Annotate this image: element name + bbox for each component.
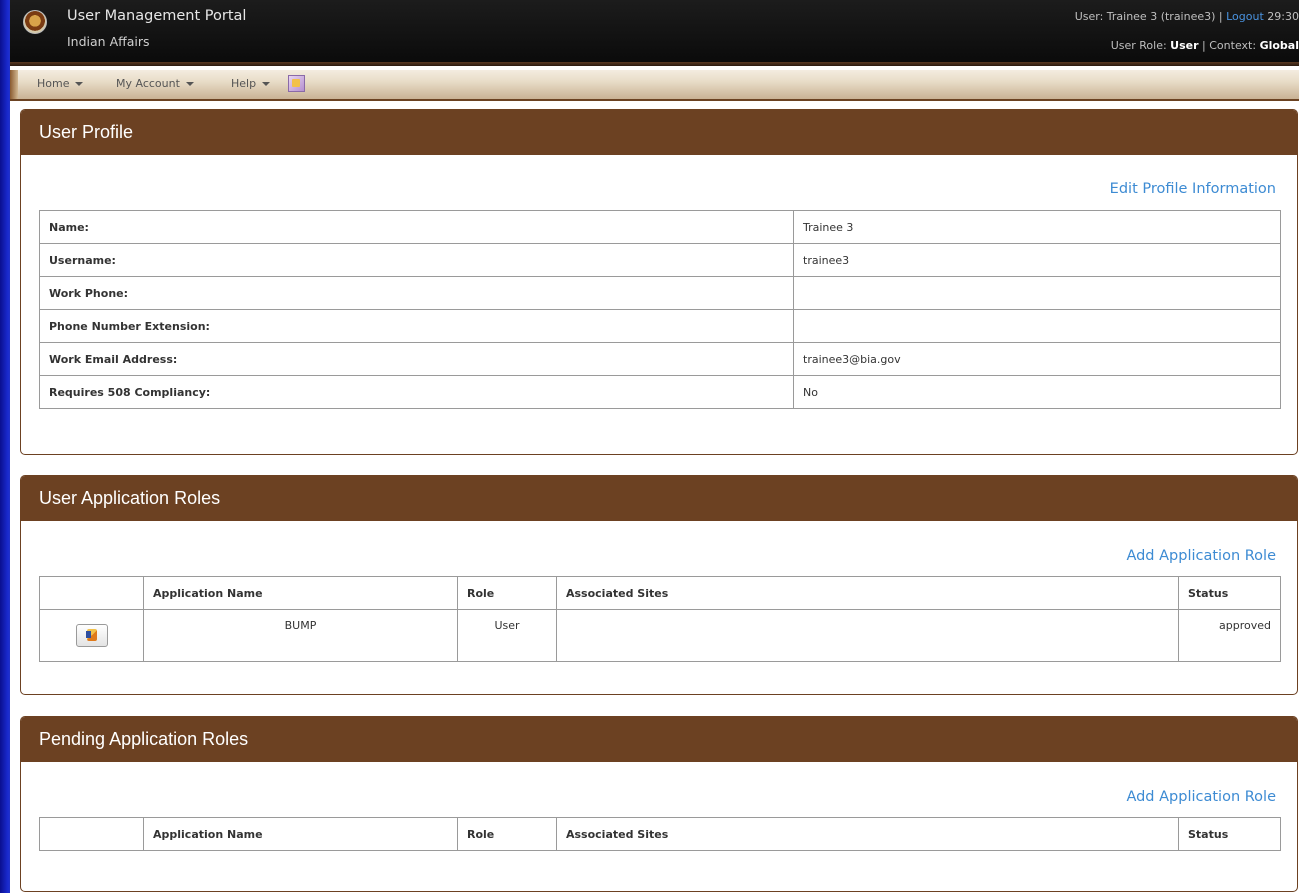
role-context-info: User Role: User | Context: Global bbox=[1111, 39, 1299, 52]
application-name-cell: BUMP bbox=[143, 609, 458, 662]
chevron-down-icon bbox=[185, 82, 194, 86]
session-timer: 29:30 bbox=[1267, 10, 1299, 23]
panel-title: User Profile bbox=[21, 110, 1297, 155]
nav-edge bbox=[10, 70, 18, 99]
table-header-row: Application Name Role Associated Sites S… bbox=[39, 817, 1281, 851]
user-info: User: Trainee 3 (trainee3) | Logout 29:3… bbox=[1075, 10, 1299, 23]
column-header-role: Role bbox=[457, 576, 557, 610]
top-header: User Management Portal Indian Affairs Us… bbox=[10, 0, 1299, 66]
user-info-text: User: Trainee 3 (trainee3) | bbox=[1074, 10, 1223, 23]
panel-title: Pending Application Roles bbox=[21, 717, 1297, 762]
context-value: Global bbox=[1259, 39, 1299, 52]
pending-roles-table: Application Name Role Associated Sites S… bbox=[39, 817, 1281, 851]
profile-table: Name: Trainee 3 Username: trainee3 Work … bbox=[39, 210, 1281, 409]
page: User Management Portal Indian Affairs Us… bbox=[10, 0, 1299, 893]
field-label: Phone Number Extension: bbox=[39, 309, 794, 343]
nav-help-label: Help bbox=[231, 77, 257, 90]
bookmark-icon[interactable] bbox=[288, 75, 305, 92]
nav-my-account-menu[interactable]: My Account bbox=[116, 77, 194, 90]
field-label: Requires 508 Compliancy: bbox=[39, 375, 794, 409]
main-nav: Home My Account Help bbox=[10, 70, 1299, 101]
panel-title: User Application Roles bbox=[21, 476, 1297, 521]
column-header-role: Role bbox=[457, 817, 557, 851]
associated-sites-cell bbox=[556, 609, 1179, 662]
column-header-application-name: Application Name bbox=[143, 576, 458, 610]
field-label: Work Email Address: bbox=[39, 342, 794, 376]
field-value bbox=[793, 276, 1281, 310]
field-value bbox=[793, 309, 1281, 343]
user-profile-panel: User Profile Edit Profile Information Na… bbox=[20, 109, 1298, 455]
column-header-associated-sites: Associated Sites bbox=[556, 576, 1179, 610]
add-application-role-link[interactable]: Add Application Role bbox=[1126, 548, 1276, 564]
field-label: Work Phone: bbox=[39, 276, 794, 310]
chevron-down-icon bbox=[75, 82, 84, 86]
role-label: User Role: bbox=[1110, 39, 1167, 52]
field-value: trainee3 bbox=[793, 243, 1281, 277]
role-cell: User bbox=[457, 609, 557, 662]
table-row: Work Phone: bbox=[39, 276, 1281, 310]
column-header-status: Status bbox=[1178, 817, 1281, 851]
application-roles-table: Application Name Role Associated Sites S… bbox=[39, 576, 1281, 662]
add-pending-application-role-link[interactable]: Add Application Role bbox=[1126, 789, 1276, 805]
column-header-status: Status bbox=[1178, 576, 1281, 610]
field-value: trainee3@bia.gov bbox=[793, 342, 1281, 376]
column-header-actions bbox=[39, 576, 144, 610]
table-row: Work Email Address: trainee3@bia.gov bbox=[39, 342, 1281, 376]
table-header-row: Application Name Role Associated Sites S… bbox=[39, 576, 1281, 610]
table-row: Name: Trainee 3 bbox=[39, 210, 1281, 244]
agency-seal-icon bbox=[23, 10, 47, 34]
nav-my-account-label: My Account bbox=[116, 77, 180, 90]
nav-help-menu[interactable]: Help bbox=[231, 77, 271, 90]
user-application-roles-panel: User Application Roles Add Application R… bbox=[20, 475, 1298, 695]
field-value: No bbox=[793, 375, 1281, 409]
column-header-associated-sites: Associated Sites bbox=[556, 817, 1179, 851]
table-row: Username: trainee3 bbox=[39, 243, 1281, 277]
field-label: Username: bbox=[39, 243, 794, 277]
column-header-application-name: Application Name bbox=[143, 817, 458, 851]
status-cell: approved bbox=[1178, 609, 1281, 662]
pending-application-roles-panel: Pending Application Roles Add Applicatio… bbox=[20, 716, 1298, 892]
nav-home-label: Home bbox=[37, 77, 70, 90]
chevron-down-icon bbox=[262, 82, 271, 86]
role-value: User bbox=[1170, 39, 1199, 52]
edit-profile-link[interactable]: Edit Profile Information bbox=[1110, 181, 1276, 197]
table-row: Phone Number Extension: bbox=[39, 309, 1281, 343]
table-row: BUMP User approved bbox=[39, 609, 1281, 662]
field-value: Trainee 3 bbox=[793, 210, 1281, 244]
column-header-actions bbox=[39, 817, 144, 851]
row-actions-cell bbox=[39, 609, 144, 662]
field-label: Name: bbox=[39, 210, 794, 244]
edit-role-button[interactable] bbox=[75, 624, 108, 647]
app-title: User Management Portal bbox=[67, 8, 247, 24]
nav-home-menu[interactable]: Home bbox=[37, 77, 84, 90]
context-label: | Context: bbox=[1202, 39, 1257, 52]
org-name: Indian Affairs bbox=[67, 34, 150, 49]
logout-link[interactable]: Logout bbox=[1226, 10, 1264, 23]
table-row: Requires 508 Compliancy: No bbox=[39, 375, 1281, 409]
header-divider bbox=[10, 62, 1299, 66]
